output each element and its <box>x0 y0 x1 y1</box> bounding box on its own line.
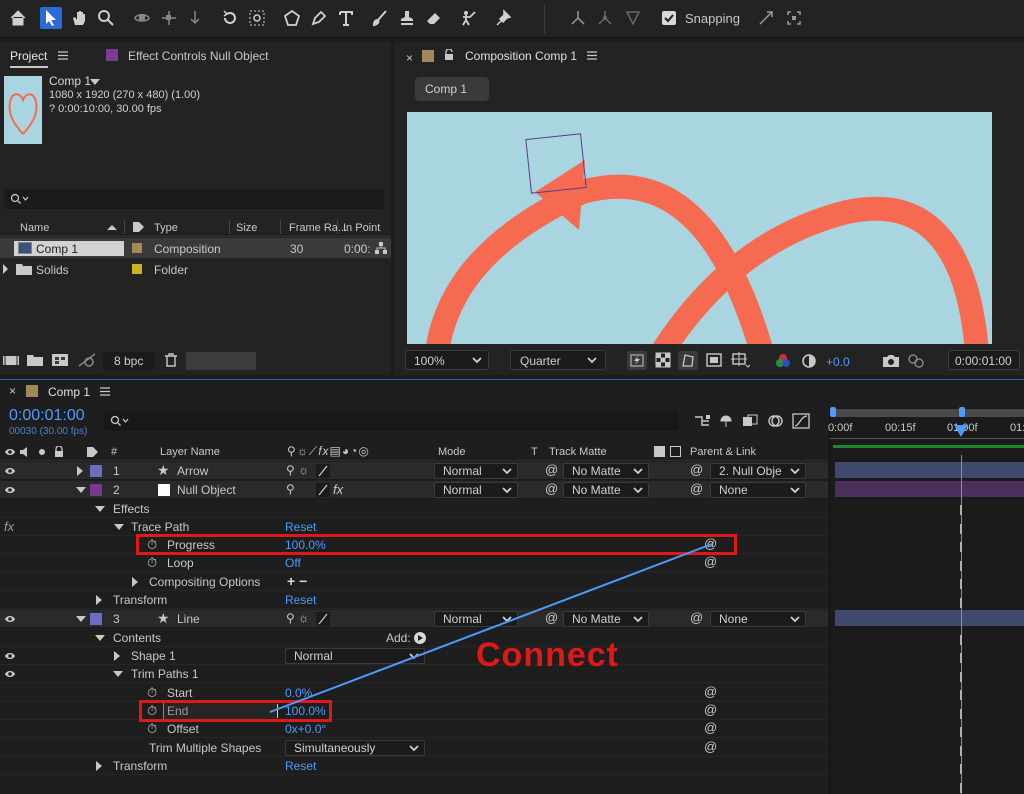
annotation-connect-label: Connect <box>476 636 619 674</box>
